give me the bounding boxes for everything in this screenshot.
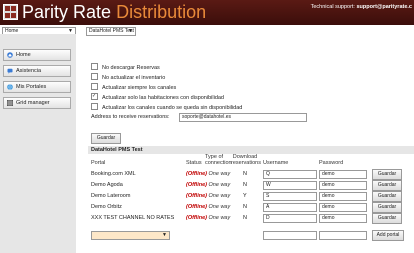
portal-name: Demo Lateroom [91,193,131,199]
connection-type: One way [208,215,231,221]
chevron-down-icon: ▼ [162,232,167,238]
password-input[interactable]: demo [319,214,367,223]
username-input[interactable]: W [263,181,317,190]
app-header: Parity Rate Distribution Technical suppo… [0,0,414,25]
connection-type: One way [208,182,231,188]
save-row-button[interactable]: Guardar [372,180,402,191]
sidebar-item-home[interactable]: Home [3,49,71,61]
download-flag: N [243,171,247,177]
portal-name: Demo Agoda [91,182,123,188]
portal-name: XXX TEST CHANNEL NO RATES [91,215,175,221]
status-offline: (Offline) [186,204,207,210]
status-offline: (Offline) [186,182,207,188]
grid-icon [7,100,13,106]
status-badge: (Offline) One way [186,203,230,211]
address-label: Address to receive reservations: [91,114,170,120]
col-header-portal: Portal [91,160,106,166]
sidebar-item-label: Asistencia [16,68,42,74]
sidebar-item-mis-portales[interactable]: Mis Portales [3,81,71,93]
status-badge: (Offline) One way [186,181,230,189]
option-label: No actualizar el inventario [102,75,166,81]
connection-type: One way [208,204,231,210]
col-header-status: Status [186,160,202,166]
sidebar-item-label: Mis Portales [16,84,47,90]
save-button[interactable]: Guardar [91,133,121,144]
password-input[interactable]: demo [319,192,367,201]
checkbox[interactable] [91,63,98,71]
checkbox[interactable] [91,103,98,111]
portal-name: Demo Orbitz [91,204,122,210]
save-row-button[interactable]: Guardar [372,202,402,213]
option-label: Actualizar siempre los canales [102,85,177,91]
status-badge: (Offline) One way [186,192,230,200]
logo-icon [3,4,18,20]
new-password-input[interactable] [319,231,367,240]
password-input[interactable]: demo [319,181,367,190]
save-row-button[interactable]: Guardar [372,169,402,180]
sidebar-item-label: Home [16,52,31,58]
save-row-button[interactable]: Guardar [372,213,402,224]
address-input[interactable]: soporte@datahotel.es [179,113,307,122]
username-input[interactable]: Q [263,170,317,179]
save-row-button[interactable]: Guardar [372,191,402,202]
username-input[interactable]: A [263,203,317,212]
option-update-when-sold-out[interactable]: Actualizar los canales cuando se queda s… [91,103,243,112]
option-always-update[interactable]: Actualizar siempre los canales [91,83,177,92]
status-offline: (Offline) [186,215,207,221]
brand-subtitle: Distribution [116,2,207,22]
home-icon [7,52,13,58]
col-header-password: Password [319,160,344,166]
globe-icon [7,84,13,90]
portal-select[interactable]: ▼ [91,231,170,240]
support-label: Technical support: [310,4,355,10]
sidebar: Home Asistencia Mis Portales Grid manage… [0,34,76,253]
password-input[interactable]: demo [319,203,367,212]
option-label: Actualizar solo las habitaciones con dis… [102,95,224,101]
username-input[interactable]: D [263,214,317,223]
option-no-download[interactable]: No descargar Reservas [91,63,160,72]
col-header-download: Download reservations [231,154,261,166]
add-portal-button[interactable]: Add portal [372,230,404,241]
support-email[interactable]: support@parityrate.c [357,4,413,10]
option-label: No descargar Reservas [102,65,160,71]
connection-type: One way [208,193,231,199]
option-update-available-only[interactable]: Actualizar solo las habitaciones con dis… [91,92,224,102]
section-title: DataHotel PMS Test [88,146,414,154]
status-badge: (Offline) One way [186,214,230,222]
status-offline: (Offline) [186,193,207,199]
portal-name: Booking.com XML [91,171,136,177]
checkbox[interactable] [91,83,98,91]
checkbox-checked[interactable] [91,92,98,101]
support-contact: Technical support: support@parityrate.c [311,4,412,10]
username-input[interactable]: S [263,192,317,201]
download-flag: N [243,204,247,210]
brand-name-rate: Rate [73,2,112,22]
main-content: No descargar Reservas No actualizar el i… [88,34,414,253]
password-input[interactable]: demo [319,170,367,179]
sidebar-item-label: Grid manager [16,100,50,106]
brand-name: Parity [22,2,69,22]
download-flag: Y [243,193,247,199]
option-label: Actualizar los canales cuando se queda s… [102,105,243,111]
brand-title: Parity Rate Distribution [22,1,206,23]
sidebar-item-asistencia[interactable]: Asistencia [3,65,71,77]
status-offline: (Offline) [186,171,207,177]
chat-icon [7,68,13,74]
col-header-type: Type of connection [205,154,232,166]
checkbox[interactable] [91,73,98,81]
col-header-username: Username [263,160,289,166]
new-username-input[interactable] [263,231,317,240]
option-no-update-inventory[interactable]: No actualizar el inventario [91,73,166,82]
download-flag: N [243,182,247,188]
connection-type: One way [208,171,231,177]
status-badge: (Offline) One way [186,170,230,178]
sidebar-item-grid-manager[interactable]: Grid manager [3,97,71,109]
download-flag: N [243,215,247,221]
